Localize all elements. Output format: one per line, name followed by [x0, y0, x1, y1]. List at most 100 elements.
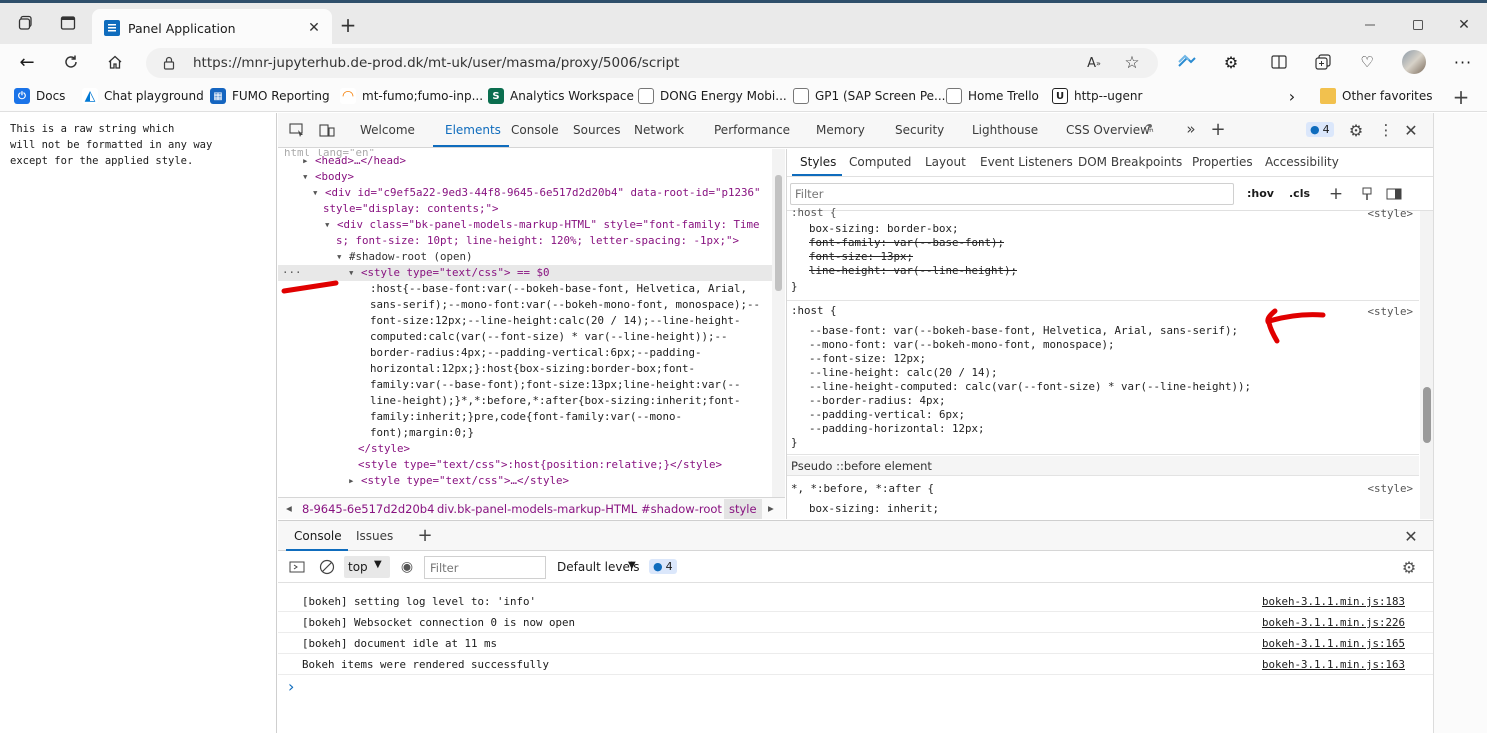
elements-scrollbar-thumb[interactable] [775, 175, 782, 291]
close-window-icon[interactable]: ✕ [1454, 15, 1474, 35]
extensions-puzzle-icon[interactable]: ⚙ [1220, 52, 1242, 72]
console-prompt-input[interactable]: › [288, 677, 1418, 699]
console-sidebar-icon[interactable] [288, 559, 306, 575]
tab-styles[interactable]: Styles [800, 155, 836, 169]
tab-lighthouse[interactable]: Lighthouse [972, 123, 1038, 137]
close-tab-icon[interactable]: ✕ [306, 20, 322, 36]
rule-source-link[interactable]: <style> [1367, 482, 1413, 495]
issues-badge[interactable]: ● 4 [1306, 122, 1334, 137]
rule-declaration-overridden[interactable]: line-height: var(--line-height); [809, 263, 1017, 279]
cls-button[interactable]: .cls [1289, 187, 1310, 200]
rule-declaration[interactable]: --padding-horizontal: 12px; [809, 421, 985, 437]
extension-icon[interactable] [1176, 52, 1198, 72]
workspaces-icon[interactable] [16, 13, 36, 33]
tab-panel-application[interactable]: Panel Application ✕ [92, 9, 332, 47]
dom-node-markup-div[interactable]: ▾ <div class="bk-panel-models-markup-HTM… [324, 217, 760, 233]
styles-filter-input[interactable] [790, 183, 1234, 205]
dom-node-head[interactable]: ▸ <head>…</head> [302, 153, 406, 169]
read-aloud-icon[interactable]: A» [1084, 53, 1104, 73]
favorite-home-trello[interactable]: Home Trello [946, 86, 1039, 106]
styles-scrollbar[interactable] [1420, 211, 1433, 519]
toggle-sidebar-icon[interactable] [1385, 185, 1403, 203]
rule-declaration[interactable]: box-sizing: inherit; [809, 501, 939, 517]
split-screen-icon[interactable] [1268, 52, 1290, 72]
dom-node-style-close[interactable]: </style> [358, 441, 410, 457]
dom-node-style-collapsed[interactable]: ▸ <style type="text/css">…</style> [348, 473, 569, 489]
favorite-chat-playground[interactable]: ◭ Chat playground [82, 86, 204, 106]
more-tabs-icon[interactable]: » [1184, 120, 1198, 138]
breadcrumb-item-active[interactable]: style [724, 499, 762, 519]
dom-node-style-selected[interactable]: ▾ <style type="text/css"> == $0 [348, 265, 550, 281]
drawer-tab-issues[interactable]: Issues [356, 529, 393, 543]
console-filter-input[interactable] [424, 556, 546, 579]
favorite-analytics-workspace[interactable]: S Analytics Workspace [488, 86, 634, 106]
favorite-http-ugenr[interactable]: Uhttp--ugenr [1052, 86, 1142, 106]
tab-memory[interactable]: Memory [816, 123, 865, 137]
inspect-element-icon[interactable] [288, 122, 306, 138]
browser-essentials-icon[interactable]: ♡ [1356, 52, 1378, 72]
tab-performance[interactable]: Performance [714, 123, 790, 137]
favorite-mt-fumo[interactable]: ◠ mt-fumo;fumo-inp... [340, 86, 483, 106]
tab-layout[interactable]: Layout [925, 155, 966, 169]
add-tab-icon[interactable]: + [1210, 119, 1226, 140]
console-source-link[interactable]: bokeh-3.1.1.min.js:165 [1262, 637, 1405, 650]
url-bar[interactable]: https://mnr-jupyterhub.de-prod.dk/mt-uk/… [146, 48, 1158, 78]
tab-elements[interactable]: Elements [445, 123, 501, 137]
hov-button[interactable]: :hov [1247, 187, 1274, 200]
collections-icon[interactable] [1312, 52, 1334, 72]
device-emulation-icon[interactable] [318, 122, 336, 138]
tab-css-overview[interactable]: CSS Overview [1066, 123, 1150, 137]
breadcrumb-left-icon[interactable]: ◂ [286, 501, 292, 515]
favorite-dong-energy[interactable]: DONG Energy Mobi... [638, 86, 787, 106]
dom-node-markup-div-style[interactable]: s; font-size: 10pt; line-height: 120%; l… [336, 233, 739, 249]
tab-console[interactable]: Console [511, 123, 559, 137]
back-icon[interactable]: ← [16, 51, 38, 73]
breadcrumb-item[interactable]: 8-9645-6e517d2d20b4 [302, 502, 434, 516]
settings-gear-icon[interactable]: ⚙ [1347, 121, 1365, 140]
paint-brush-icon[interactable] [1359, 185, 1375, 203]
breadcrumb-right-icon[interactable]: ▸ [768, 501, 774, 515]
favorite-gp1-sap[interactable]: GP1 (SAP Screen Pe... [793, 86, 945, 106]
favorite-fumo-reporting[interactable]: ▦ FUMO Reporting [210, 86, 330, 106]
dom-node-body[interactable]: ▾ <body> [302, 169, 354, 185]
refresh-icon[interactable] [60, 51, 82, 73]
breadcrumb-item[interactable]: div.bk-panel-models-markup-HTML [437, 502, 637, 516]
vertical-tabs-icon[interactable] [58, 13, 78, 33]
live-expression-eye-icon[interactable]: ◉ [398, 558, 416, 576]
favorite-docs[interactable]: ⏻ Docs [14, 86, 65, 106]
chevron-right-icon[interactable]: › [1284, 87, 1300, 106]
more-menu-icon[interactable]: ··· [1452, 52, 1474, 72]
levels-chevron-down-icon[interactable]: ▼ [628, 560, 636, 571]
add-drawer-tab-icon[interactable]: + [416, 525, 434, 546]
customize-menu-icon[interactable]: ⋮ [1378, 121, 1394, 139]
close-devtools-icon[interactable]: ✕ [1402, 121, 1420, 140]
tab-network[interactable]: Network [634, 123, 684, 137]
favorite-star-icon[interactable]: ☆ [1122, 53, 1142, 73]
console-settings-gear-icon[interactable]: ⚙ [1400, 558, 1418, 577]
context-select[interactable]: top ▼ [344, 556, 390, 578]
dom-node-shadow-root[interactable]: ▾ #shadow-root (open) [336, 249, 473, 265]
console-issues-badge[interactable]: ● 4 [649, 559, 677, 574]
console-source-link[interactable]: bokeh-3.1.1.min.js:183 [1262, 595, 1405, 608]
rule-source-link[interactable]: <style> [1367, 305, 1413, 318]
maximize-icon[interactable] [1408, 15, 1428, 35]
tab-welcome[interactable]: Welcome [360, 123, 415, 137]
new-tab-icon[interactable]: + [338, 13, 358, 37]
tab-sources[interactable]: Sources [573, 123, 620, 137]
styles-scrollbar-thumb[interactable] [1423, 387, 1431, 443]
dom-node-root-div[interactable]: ▾ <div id="c9ef5a22-9ed3-44f8-9645-6e517… [312, 185, 761, 201]
home-icon[interactable] [104, 51, 126, 73]
breadcrumb-item[interactable]: #shadow-root [641, 502, 722, 516]
tab-properties[interactable]: Properties [1192, 155, 1253, 169]
dom-node-style-relative[interactable]: <style type="text/css">:host{position:re… [358, 457, 722, 473]
other-favorites[interactable]: Other favorites [1320, 86, 1433, 106]
console-source-link[interactable]: bokeh-3.1.1.min.js:226 [1262, 616, 1405, 629]
tab-security[interactable]: Security [895, 123, 944, 137]
tab-computed[interactable]: Computed [849, 155, 911, 169]
close-drawer-icon[interactable]: ✕ [1402, 527, 1420, 546]
profile-avatar[interactable] [1402, 50, 1426, 74]
sidebar-add-icon[interactable]: + [1451, 85, 1471, 109]
drawer-tab-console[interactable]: Console [294, 529, 342, 543]
clear-console-icon[interactable] [318, 558, 336, 576]
console-source-link[interactable]: bokeh-3.1.1.min.js:163 [1262, 658, 1405, 671]
